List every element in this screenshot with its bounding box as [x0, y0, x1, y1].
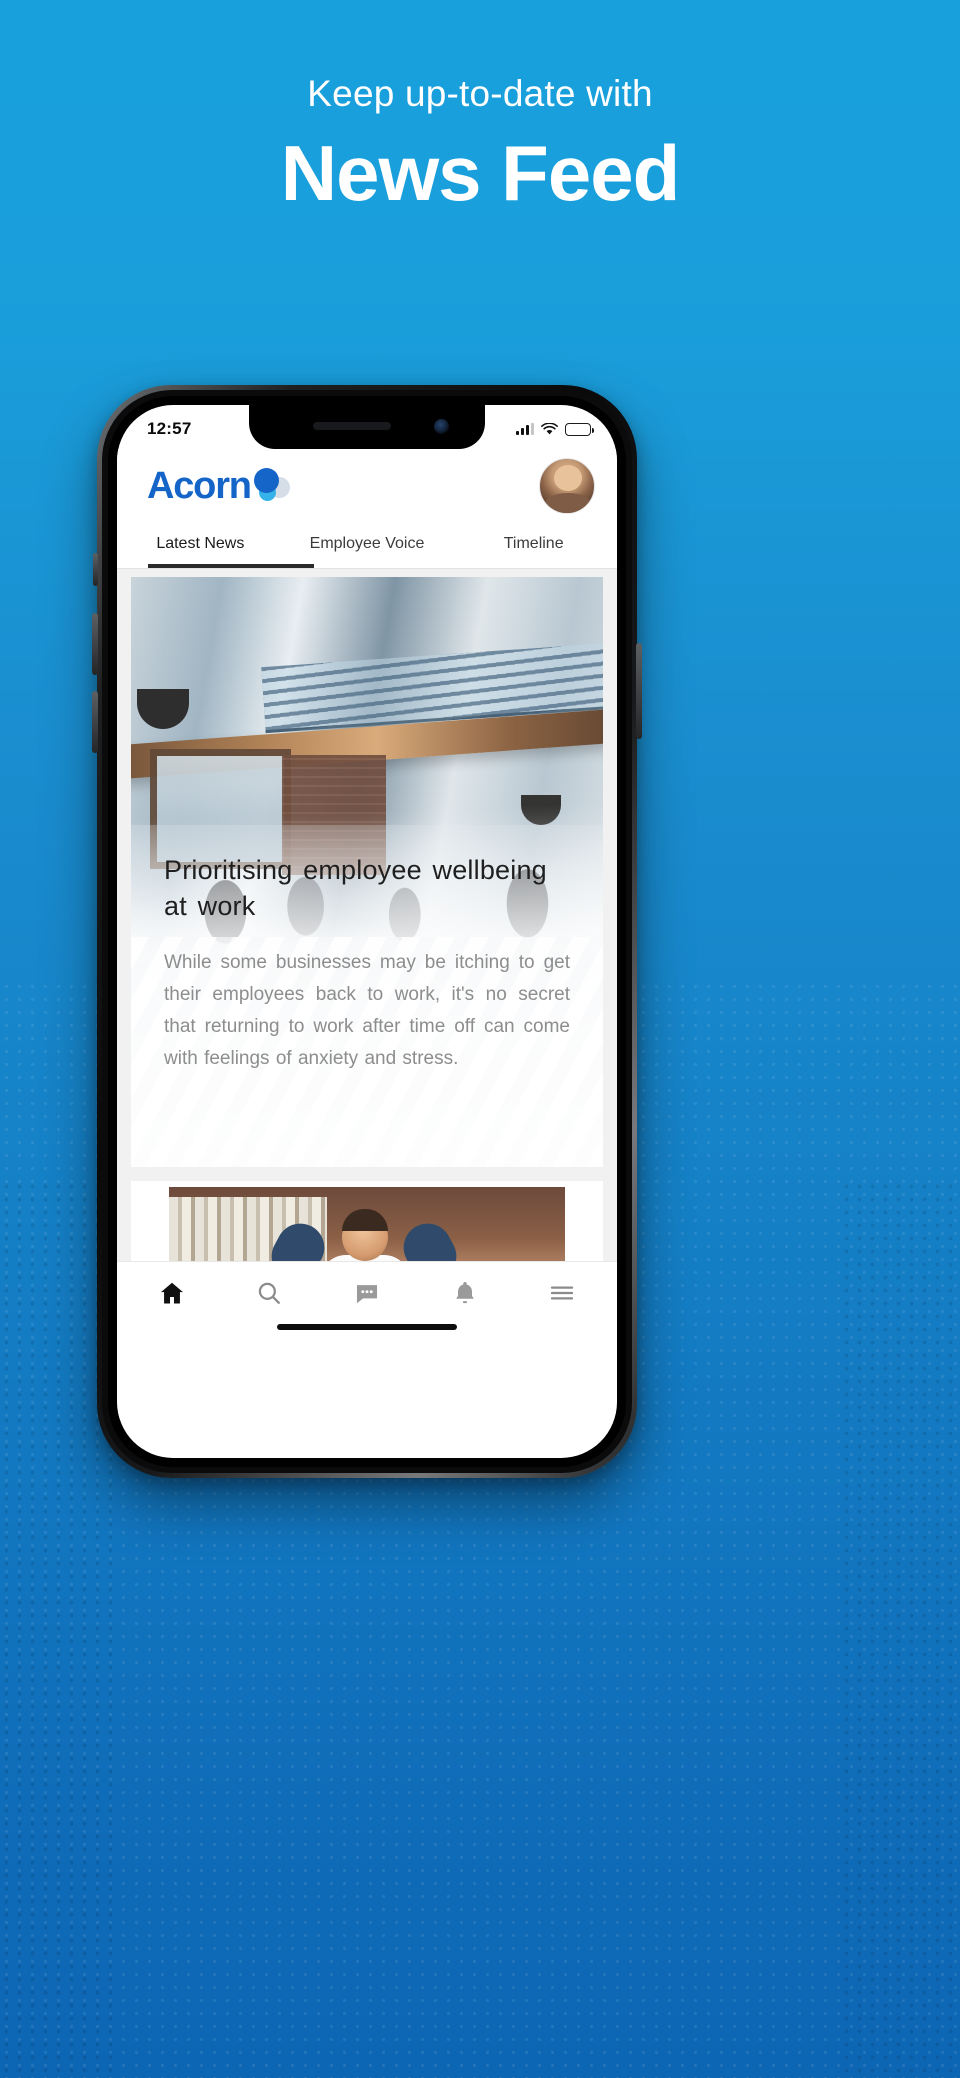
app-header: Acorn — [117, 449, 617, 523]
nav-search[interactable] — [233, 1270, 305, 1316]
status-time: 12:57 — [147, 419, 192, 438]
signal-bars-icon — [516, 423, 534, 435]
earpiece-speaker-icon — [313, 422, 391, 430]
tab-timeline[interactable]: Timeline — [450, 523, 617, 568]
volume-down-button[interactable] — [92, 691, 98, 753]
promo-copy: Keep up-to-date with News Feed — [0, 73, 960, 217]
news-feed[interactable]: Prioritising employee wellbeing at work … — [117, 569, 617, 1339]
tab-latest-news[interactable]: Latest News — [117, 523, 284, 568]
promo-title: News Feed — [280, 128, 680, 217]
promo-background: Keep up-to-date with News Feed 12:57 Aco… — [0, 0, 960, 2078]
promo-eyebrow: Keep up-to-date with — [307, 73, 653, 114]
tab-employee-voice[interactable]: Employee Voice — [284, 523, 451, 568]
hair — [341, 1209, 388, 1231]
phone-screen: 12:57 Acorn Latest News Employee Voice T… — [117, 405, 617, 1458]
brand-logo[interactable]: Acorn — [147, 467, 292, 505]
status-icons — [516, 422, 594, 436]
avatar[interactable] — [539, 458, 595, 514]
tab-bar: Latest News Employee Voice Timeline — [117, 523, 617, 569]
nav-notifications[interactable] — [429, 1270, 501, 1316]
notch — [249, 405, 485, 449]
chat-bubble-icon — [356, 1284, 378, 1303]
front-camera-icon — [434, 419, 449, 434]
battery-icon — [565, 422, 594, 436]
article-text: Prioritising employee wellbeing at work … — [131, 853, 603, 1074]
home-indicator[interactable] — [277, 1324, 457, 1330]
wifi-icon — [541, 422, 558, 434]
silent-switch[interactable] — [93, 553, 98, 586]
nav-chat[interactable] — [331, 1270, 403, 1316]
article-title: Prioritising employee wellbeing at work — [164, 855, 547, 921]
home-icon — [160, 1282, 183, 1303]
acorn-dots-logo-icon — [252, 468, 292, 503]
nav-home[interactable] — [136, 1270, 208, 1316]
hamburger-menu-icon — [551, 1286, 574, 1299]
volume-up-button[interactable] — [92, 613, 98, 675]
search-icon — [259, 1282, 281, 1304]
article-card[interactable]: Prioritising employee wellbeing at work … — [131, 577, 603, 1167]
bell-icon — [455, 1281, 474, 1303]
phone-mockup: 12:57 Acorn Latest News Employee Voice T… — [92, 385, 642, 1478]
nav-menu[interactable] — [526, 1270, 598, 1316]
article-excerpt: While some businesses may be itching to … — [164, 951, 570, 1069]
halftone-dot-pattern-right — [840, 1180, 960, 2078]
power-button[interactable] — [636, 643, 642, 739]
brand-name: Acorn — [147, 465, 252, 507]
